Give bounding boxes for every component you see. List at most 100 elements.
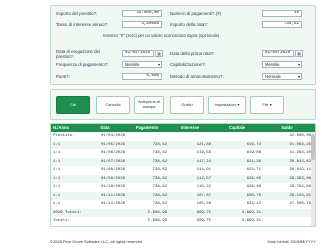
table-cell: 32.500,00 [289,134,311,138]
table-cell: 4.999,21 [241,210,261,215]
table-cell: 619,06 [246,151,261,155]
table-cell: 01/09/2026 [100,176,125,181]
table-row: 2026 Totali: 5.908,96 909,75 4.999,21 [51,208,315,217]
table-cell: 30.019,11 [289,168,311,172]
charts-button[interactable]: Grafici [170,96,204,114]
settings-button[interactable]: Impostazioni ▾ [208,96,246,114]
table-cell: 114,91 [196,168,211,172]
table-row: Prestito: 01/04/2026 32.500,00 [51,132,315,140]
table-cell: 2026 Totali: [53,210,82,215]
table-cell: 738,62 [152,151,167,155]
table-cell [127,132,167,140]
table-header: N./Anno Data Pagamento Interesse Capital… [51,124,315,132]
payments-field[interactable]: 48 [262,10,302,17]
table-cell: 107,87 [196,193,211,198]
compounding-select[interactable]: Mensile ▾ [262,61,302,68]
table-cell: 1:1 [53,168,61,172]
table-cell: Totali: [53,219,70,223]
file-button[interactable]: File ▾ [250,96,284,114]
principal-field[interactable]: 32.500,00 [122,10,162,17]
table-cell: 4.999,21 [241,219,261,223]
date-format-note: Date format: DD/MM/YYYY [267,239,316,244]
table-cell: 31.264,20 [289,151,311,155]
rate-field[interactable]: 4,5000% [122,21,162,28]
table-row: 1:1 01/09/2026 738,62 112,57 626,05 29.393,06 [51,174,315,183]
table-cell [263,217,311,225]
chevron-down-icon: ▾ [269,101,272,107]
compounding-value: Mensile [265,62,280,67]
table-cell: 1:1 [53,193,61,198]
table-cell [213,132,261,140]
settings-label: Impostazioni [214,101,237,107]
points-field[interactable]: 0,000 [122,73,162,80]
table-cell: 630,75 [246,193,261,198]
table-cell: 112,57 [196,176,211,181]
table-cell: 01/11/2026 [100,193,125,198]
scrollbar-thumb[interactable] [311,134,315,160]
table-cell: 105,50 [196,202,211,206]
clear-button[interactable]: Cancella [96,96,130,114]
table-cell: 01/04/2026 [100,134,125,138]
payment-amount-label: Importo della rata?: [170,22,208,27]
table-cell [263,209,311,217]
payments-label: Numero di pagamenti? (#) [170,11,222,16]
loan-date-field[interactable]: 01/04/2026 [122,50,154,57]
method-value: Normale [265,74,281,79]
table-row: Totali: 5.908,96 909,75 4.999,21 [51,217,315,225]
principal-label: Importo del prestito?: [56,11,98,16]
chevron-down-icon: ▾ [297,62,300,67]
column-header: Pagamento [135,125,159,130]
table-cell: 623,71 [246,168,261,172]
chevron-down-icon: ▾ [157,62,160,67]
table-cell: 1:1 [53,202,61,206]
payment-amount-field[interactable]: 738,62 [262,21,302,28]
table-cell: 1:1 [53,159,61,164]
points-label: Punti?: [56,74,70,79]
first-payment-field[interactable]: 01/05/2026 [262,50,294,57]
rate-label: Tasso di interesse annuo?: [56,22,109,27]
table-row: 1:1 01/11/2026 738,62 107,87 630,75 28.133,91 [51,191,315,200]
table-cell: 119,56 [196,151,211,155]
calc-button[interactable]: Cal [56,96,90,114]
table-cell: 28.764,66 [289,185,311,189]
column-header: Interesse [180,125,200,130]
loan-date-label: Data di erogazione del prestito?: [56,49,100,59]
table-cell: 5.908,96 [147,219,167,223]
table-cell: 909,75 [196,219,211,223]
column-header: Capitale [228,125,246,130]
table-cell: 27.500,79 [289,202,311,206]
calendar-icon[interactable]: ▦ [155,50,163,57]
method-label: Metodo di ammortamento?: [170,74,224,79]
table-row: 1:1 01/07/2026 738,62 117,24 621,38 30.642,82 [51,157,315,166]
table-cell [169,132,211,140]
table-cell [85,209,125,217]
table-cell: 909,75 [196,210,211,215]
table-cell: 1:1 [53,176,61,181]
table-cell: 110,22 [196,185,211,189]
table-cell [85,217,125,225]
table-cell: 29.393,06 [289,176,311,181]
table-cell: 30.642,82 [289,159,311,164]
calendar-icon[interactable]: ▦ [295,50,303,57]
table-cell: 626,05 [246,176,261,181]
table-cell: 01/07/2026 [100,159,125,164]
table-cell: 738,62 [152,202,167,206]
column-header: N./Anno [53,125,70,130]
table-cell: 738,62 [152,185,167,189]
table-cell: 616,74 [246,142,261,147]
table-cell: 738,62 [152,159,167,164]
table-cell: 117,24 [196,159,211,164]
method-select[interactable]: Normale ▾ [262,73,302,80]
table-row: 1:1 01/10/2026 738,62 110,22 628,40 28.764,66 [51,183,315,191]
table-cell: 31.883,26 [289,142,311,147]
table-cell: 621,38 [246,159,261,164]
frequency-select[interactable]: Mensile ▾ [122,61,162,68]
column-header: Data [100,125,110,130]
table-row: 1:1 01/12/2026 738,62 105,50 633,12 27.500,79 [51,200,315,208]
table-row: 1:1 01/05/2026 738,62 121,88 616,74 31.883,26 [51,140,315,149]
print-preview-button[interactable]: Anteprima di stampa [134,96,164,114]
chevron-down-icon: ▾ [237,101,240,107]
table-cell: 1:1 [53,185,61,189]
table-cell: 1:1 [53,151,61,155]
frequency-label: Frequenza di pagamento?: [56,62,109,67]
